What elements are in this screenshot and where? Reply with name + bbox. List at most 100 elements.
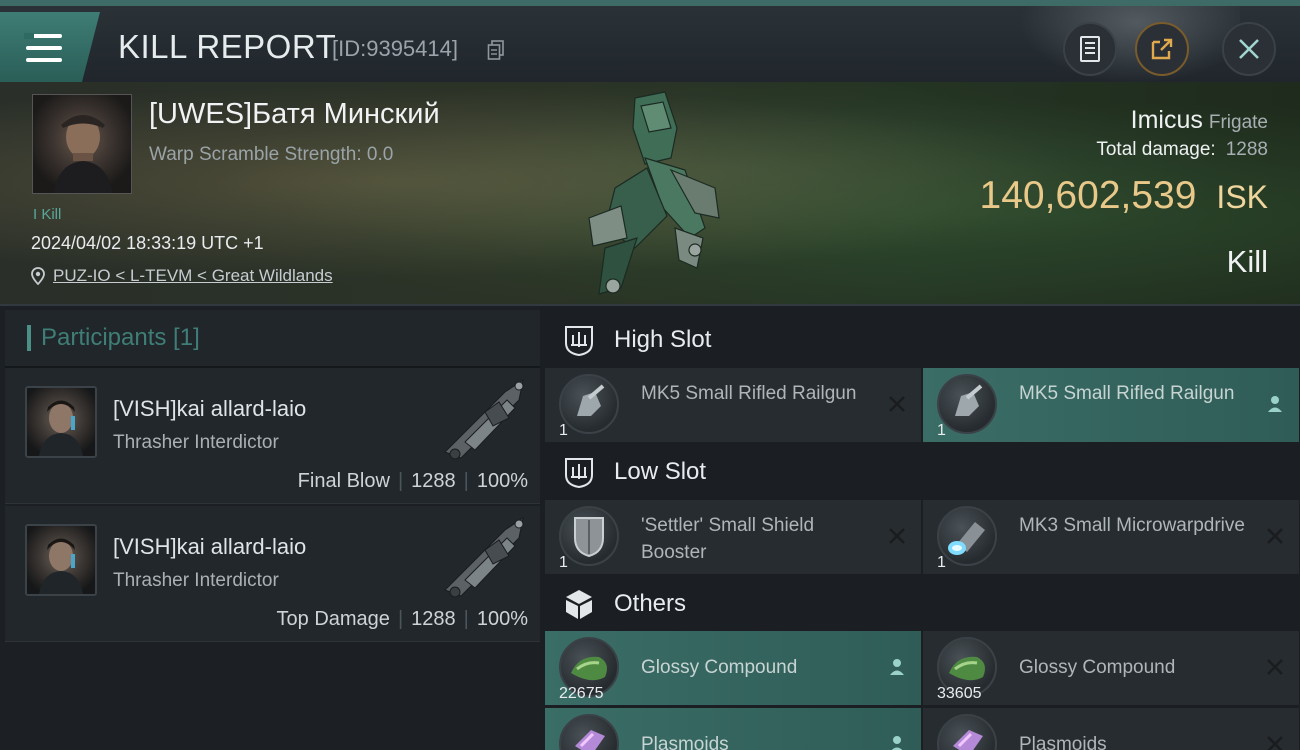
victim-ship-image[interactable]: [575, 88, 725, 303]
participant-avatar[interactable]: [25, 386, 97, 458]
participant-stats: Final Blow | 1288 | 100%: [298, 470, 528, 493]
high-slot-header: High Slot: [540, 308, 1300, 372]
close-button[interactable]: [1222, 22, 1276, 76]
isk-value: 140,602,539 ISK: [980, 174, 1268, 218]
plasmoids-icon: [937, 714, 997, 750]
module-item[interactable]: 1 MK5 Small Rifled Railgun: [545, 368, 921, 442]
low-slot-label: Low Slot: [614, 458, 707, 485]
warp-scramble-strength: Warp Scramble Strength: 0.0: [149, 144, 394, 165]
participant-ship: Thrasher Interdictor: [113, 570, 279, 591]
separator: |: [463, 608, 469, 630]
cargo-item[interactable]: 33605 Glossy Compound: [923, 631, 1299, 705]
dropped-person-icon: [1268, 396, 1282, 412]
participants-panel: Participants [1] [VISH]kai allard-laio T…: [0, 306, 540, 750]
participant-damage: 1288: [411, 470, 456, 492]
participant-damage: 1288: [411, 608, 456, 630]
section-marker: [27, 325, 31, 351]
participants-title: Participants [1]: [41, 324, 200, 351]
participant-percent: 100%: [476, 608, 528, 630]
item-quantity: 1: [937, 554, 946, 571]
destroyed-icon: [1267, 659, 1283, 675]
participant-ship-image: [444, 516, 524, 598]
participant-role: Final Blow: [297, 470, 390, 492]
item-quantity: 1: [937, 422, 946, 439]
kill-location-link[interactable]: PUZ-IO < L-TEVM < Great Wildlands: [31, 266, 333, 286]
total-damage-label: Total damage:: [1096, 139, 1216, 160]
participant-avatar[interactable]: [25, 524, 97, 596]
cargo-item[interactable]: Plasmoids: [545, 708, 921, 750]
item-name: MK3 Small Microwarpdrive: [1019, 515, 1245, 536]
cargo-box-icon: [566, 590, 592, 619]
ship-class: Frigate: [1208, 112, 1268, 133]
destroyed-icon: [1267, 528, 1283, 544]
item-name: 'Settler' Small Shield Booster: [641, 515, 815, 563]
item-quantity: 1: [559, 554, 568, 571]
high-slot-label: High Slot: [614, 326, 712, 353]
cargo-item[interactable]: Plasmoids: [923, 708, 1299, 750]
railgun-icon: [559, 374, 619, 434]
victim-name[interactable]: [UWES]Батя Минский: [149, 98, 440, 131]
document-icon: [1080, 36, 1100, 62]
module-item[interactable]: 1 MK5 Small Rifled Railgun: [923, 368, 1299, 442]
isk-unit: ISK: [1216, 179, 1268, 215]
close-icon: [1239, 39, 1259, 59]
item-name: Plasmoids: [641, 734, 729, 750]
item-name: Plasmoids: [1019, 734, 1107, 750]
item-quantity: 22675: [559, 685, 604, 702]
participant-ship: Thrasher Interdictor: [113, 432, 279, 453]
share-button[interactable]: [1135, 22, 1189, 76]
item-name: Glossy Compound: [1019, 657, 1176, 678]
participant-name[interactable]: [VISH]kai allard-laio: [113, 534, 306, 560]
destroyed-icon: [1267, 736, 1283, 750]
others-label: Others: [614, 590, 687, 617]
destroyed-icon: [889, 528, 905, 544]
cargo-item[interactable]: 22675 Glossy Compound: [545, 631, 921, 705]
export-icon: [1151, 38, 1173, 60]
low-slot-header: Low Slot: [540, 440, 1300, 504]
isk-amount: 140,602,539: [979, 174, 1197, 217]
ship-name: Imicus: [1130, 106, 1203, 134]
copy-icon[interactable]: [487, 40, 505, 60]
participant-row[interactable]: [VISH]kai allard-laio Thrasher Interdict…: [5, 368, 540, 504]
participant-role: Top Damage: [276, 608, 390, 630]
module-item[interactable]: 1 MK3 Small Microwarpdrive: [923, 500, 1299, 574]
item-name: MK5 Small Rifled Railgun: [641, 383, 857, 404]
victim-portrait[interactable]: [32, 94, 132, 194]
menu-button[interactable]: [0, 12, 100, 82]
participant-stats: Top Damage | 1288 | 100%: [277, 608, 528, 631]
others-header: Others: [540, 572, 1300, 636]
module-item[interactable]: 1 'Settler' Small Shield Booster: [545, 500, 921, 574]
location-text[interactable]: PUZ-IO < L-TEVM < Great Wildlands: [53, 266, 333, 286]
fitting-panel: High Slot 1 MK5 Small Rifled Railgun 1 M…: [540, 306, 1300, 750]
participants-header: Participants [1]: [5, 310, 540, 368]
microwarpdrive-icon: [937, 506, 997, 566]
item-name: MK5 Small Rifled Railgun: [1019, 383, 1235, 404]
report-id: [ID:9395414]: [332, 36, 458, 61]
report-log-button[interactable]: [1063, 22, 1117, 76]
separator: |: [397, 470, 404, 492]
item-quantity: 1: [559, 422, 568, 439]
high-slot-icon: [565, 326, 593, 357]
top-bar: KILL REPORT [ID:9395414]: [0, 0, 1300, 88]
victim-ship[interactable]: Imicus Frigate: [1131, 106, 1268, 135]
separator: |: [463, 470, 469, 492]
header-decoration: [1010, 6, 1240, 88]
destroyed-icon: [889, 396, 905, 412]
hamburger-menu-icon: [24, 33, 62, 62]
total-damage-value: 1288: [1225, 139, 1268, 160]
item-name: Glossy Compound: [641, 657, 798, 678]
item-quantity: 33605: [937, 685, 982, 702]
low-slot-icon: [565, 458, 593, 489]
location-pin-icon: [31, 267, 45, 285]
participant-name[interactable]: [VISH]kai allard-laio: [113, 396, 306, 422]
kill-timestamp: 2024/04/02 18:33:19 UTC +1: [31, 233, 264, 253]
victim-kill-count: I Kill: [33, 206, 62, 223]
kill-type: Kill: [1226, 244, 1268, 279]
participant-row[interactable]: [VISH]kai allard-laio Thrasher Interdict…: [5, 506, 540, 642]
kill-summary-banner: [UWES]Батя Минский Warp Scramble Strengt…: [0, 82, 1300, 306]
separator: |: [397, 608, 404, 630]
participant-percent: 100%: [476, 470, 528, 492]
railgun-icon: [937, 374, 997, 434]
total-damage: Total damage: 1288: [1096, 139, 1268, 161]
dropped-person-icon: [891, 736, 903, 750]
